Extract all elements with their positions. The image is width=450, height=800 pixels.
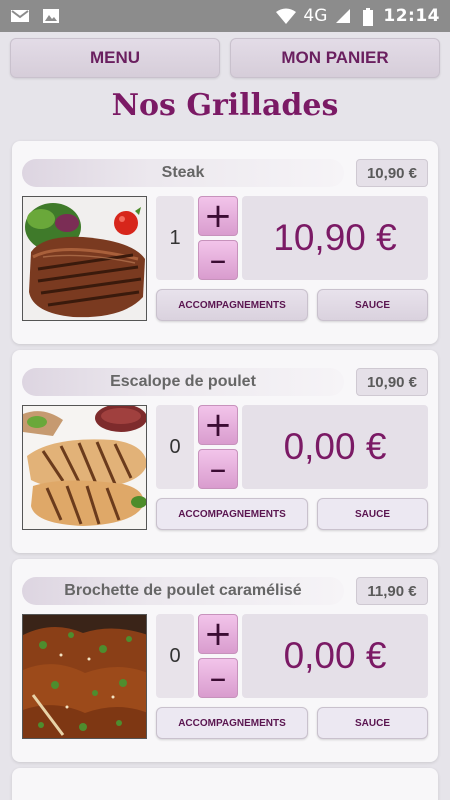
cart-button[interactable]: MON PANIER bbox=[230, 38, 440, 78]
sides-button[interactable]: ACCOMPAGNEMENTS bbox=[156, 289, 308, 321]
minus-icon: – bbox=[209, 449, 227, 489]
steak-photo bbox=[22, 196, 147, 321]
product-card: Escalope de poulet 10,90 € 0 + – 0,00 € … bbox=[12, 350, 438, 553]
minus-icon: – bbox=[209, 658, 227, 698]
status-left bbox=[10, 8, 62, 24]
quantity-display: 0 bbox=[156, 614, 194, 698]
product-name: Steak bbox=[22, 159, 344, 187]
signal-icon bbox=[335, 8, 355, 24]
product-card: Steak 10,90 € 1 + – 10,90 € ACCOMPAGNEME… bbox=[12, 141, 438, 344]
increase-quantity-button[interactable]: + bbox=[198, 405, 238, 445]
sauce-button[interactable]: SAUCE bbox=[317, 498, 428, 530]
sauce-button[interactable]: SAUCE bbox=[317, 289, 428, 321]
decrease-quantity-button[interactable]: – bbox=[198, 240, 238, 280]
status-right: 4G 12:14 bbox=[275, 6, 440, 26]
decrease-quantity-button[interactable]: – bbox=[198, 658, 238, 698]
increase-quantity-button[interactable]: + bbox=[198, 614, 238, 654]
status-bar: 4G 12:14 bbox=[0, 0, 450, 32]
image-icon bbox=[42, 8, 62, 24]
product-total: 10,90 € bbox=[242, 196, 428, 280]
chicken-escalope-photo bbox=[22, 405, 147, 530]
minus-icon: – bbox=[209, 240, 227, 280]
product-total: 0,00 € bbox=[242, 614, 428, 698]
quantity-display: 0 bbox=[156, 405, 194, 489]
battery-icon bbox=[363, 8, 375, 26]
increase-quantity-button[interactable]: + bbox=[198, 196, 238, 236]
product-card: Brochette de poulet caramélisé 11,90 € 0… bbox=[12, 559, 438, 762]
clock: 12:14 bbox=[383, 6, 440, 26]
menu-button[interactable]: MENU bbox=[10, 38, 220, 78]
product-unit-price: 11,90 € bbox=[356, 577, 428, 605]
product-unit-price: 10,90 € bbox=[356, 159, 428, 187]
sauce-button[interactable]: SAUCE bbox=[317, 707, 428, 739]
product-card-partial bbox=[12, 768, 438, 800]
gmail-icon bbox=[10, 8, 30, 24]
quantity-display: 1 bbox=[156, 196, 194, 280]
chicken-skewer-photo bbox=[22, 614, 147, 739]
plus-icon: + bbox=[203, 405, 233, 445]
product-total: 0,00 € bbox=[242, 405, 428, 489]
wifi-icon bbox=[275, 8, 297, 24]
top-nav: MENU MON PANIER bbox=[10, 38, 440, 78]
decrease-quantity-button[interactable]: – bbox=[198, 449, 238, 489]
sides-button[interactable]: ACCOMPAGNEMENTS bbox=[156, 498, 308, 530]
plus-icon: + bbox=[203, 614, 233, 654]
product-name: Brochette de poulet caramélisé bbox=[22, 577, 344, 605]
product-name: Escalope de poulet bbox=[22, 368, 344, 396]
plus-icon: + bbox=[203, 196, 233, 236]
page-title: Nos Grillades bbox=[111, 88, 339, 123]
product-unit-price: 10,90 € bbox=[356, 368, 428, 396]
sides-button[interactable]: ACCOMPAGNEMENTS bbox=[156, 707, 308, 739]
network-type: 4G bbox=[303, 6, 328, 26]
